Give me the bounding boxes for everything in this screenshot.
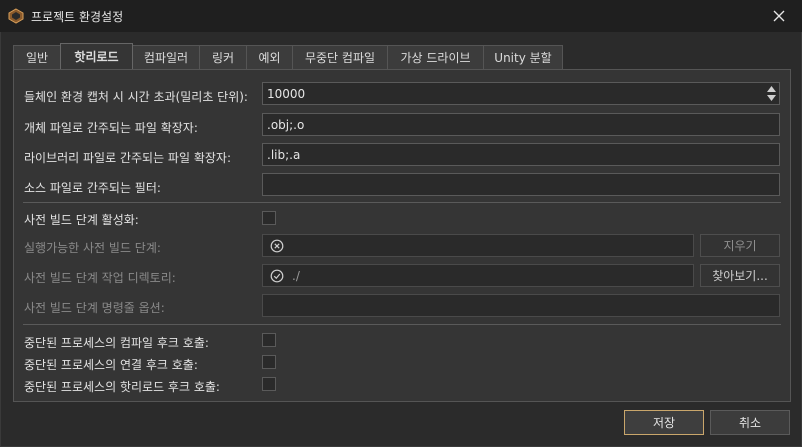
tab-unity-split[interactable]: Unity 분할 [483,45,563,69]
prebuild-enable-checkbox[interactable] [262,211,276,225]
save-button[interactable]: 저장 [624,410,704,435]
tab-virtual-drive[interactable]: 가상 드라이브 [387,45,484,69]
cancel-button[interactable]: 취소 [710,410,790,435]
tab-hot-reload[interactable]: 핫리로드 [60,43,133,69]
clear-button[interactable]: 지우기 [700,234,780,257]
close-button[interactable] [756,0,802,32]
prebuild-executable-input[interactable] [262,234,694,257]
hook-hot-reload-label: 중단된 프로세스의 핫리로드 후크 호출: [24,380,220,394]
prebuild-cmd-input[interactable] [262,294,780,317]
app-logo-icon [8,8,24,24]
spin-down-icon[interactable] [767,95,776,101]
close-icon [773,10,785,22]
source-filter-label: 소스 파일로 간주되는 필터: [24,181,161,195]
separator [23,202,781,203]
hook-link-label: 중단된 프로세스의 연결 후크 호출: [24,358,198,372]
hook-link-checkbox[interactable] [262,355,276,369]
window-title: 프로젝트 환경설정 [31,10,124,24]
object-ext-label: 개체 파일로 간주되는 파일 확장자: [24,121,198,135]
prebuild-workdir-value: ./ [292,268,300,283]
error-circle-icon [270,239,284,252]
browse-button[interactable]: 찾아보기... [700,264,780,287]
separator [23,324,781,325]
prebuild-workdir-label: 사전 빌드 단계 작업 디렉토리: [24,271,176,285]
library-ext-label: 라이브러리 파일로 간주되는 파일 확장자: [24,151,231,165]
env-capture-timeout-input[interactable]: 10000 [262,82,780,105]
prebuild-enable-label: 사전 빌드 단계 활성화: [24,213,139,227]
hook-compile-checkbox[interactable] [262,333,276,347]
tab-continuous-compile[interactable]: 무중단 컴파일 [292,45,388,69]
title-bar: 프로젝트 환경설정 [0,0,802,32]
spin-up-icon[interactable] [767,86,776,92]
tab-exceptions[interactable]: 예외 [246,45,293,69]
tab-linker[interactable]: 링커 [199,45,247,69]
check-circle-icon [270,269,284,282]
object-ext-value: .obj;.o [267,117,305,132]
library-ext-value: .lib;.a [267,147,301,162]
tab-compiler[interactable]: 컴파일러 [132,45,200,69]
hook-hot-reload-checkbox[interactable] [262,377,276,391]
timeout-spinner[interactable] [764,83,779,104]
tab-general[interactable]: 일반 [13,45,61,69]
env-capture-timeout-value: 10000 [267,86,306,101]
tab-bar: 일반 핫리로드 컴파일러 링커 예외 무중단 컴파일 가상 드라이브 Unity… [13,43,563,69]
source-filter-input[interactable] [262,173,780,196]
library-ext-input[interactable]: .lib;.a [262,143,780,166]
object-ext-input[interactable]: .obj;.o [262,113,780,136]
prebuild-workdir-input[interactable]: ./ [262,264,694,287]
prebuild-cmd-label: 사전 빌드 단계 명령줄 옵션: [24,301,165,315]
hook-compile-label: 중단된 프로세스의 컴파일 후크 호출: [24,336,209,350]
env-capture-timeout-label: 들체인 환경 캡처 시 시간 초과(밀리초 단위): [24,90,248,104]
prebuild-executable-label: 실행가능한 사전 빌드 단계: [24,241,161,255]
hot-reload-panel: 들체인 환경 캡처 시 시간 초과(밀리초 단위): 10000 개체 파일로 … [13,69,791,402]
